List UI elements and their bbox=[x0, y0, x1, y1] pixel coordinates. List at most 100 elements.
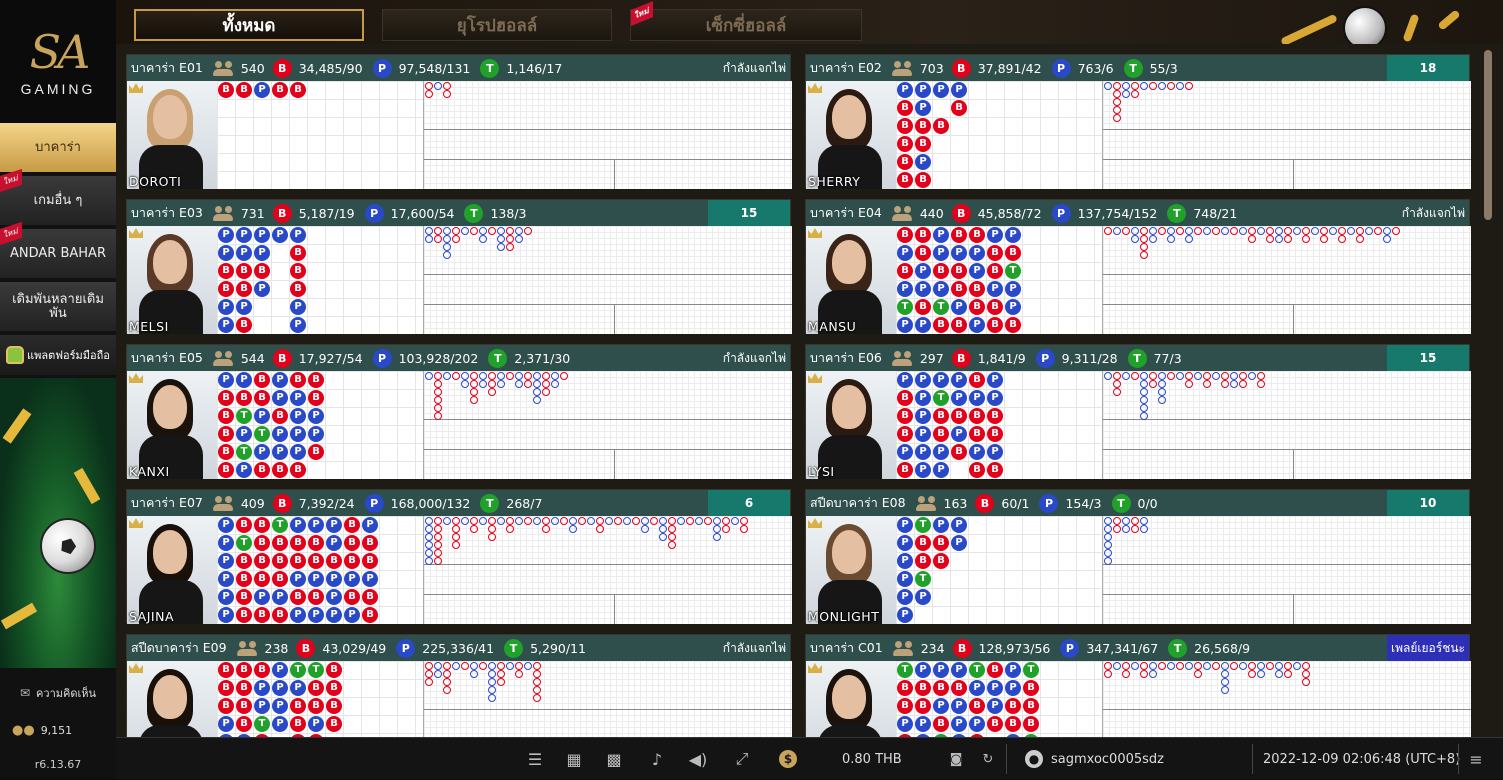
list-view-button[interactable]: ☰ bbox=[525, 738, 545, 780]
bead-banker: B bbox=[987, 462, 1003, 478]
big-road-player bbox=[1122, 90, 1130, 98]
player-badge: P bbox=[1051, 203, 1071, 223]
big-road-player bbox=[533, 517, 541, 525]
football-promo-banner[interactable] bbox=[0, 378, 116, 668]
bead-player: P bbox=[987, 680, 1003, 696]
bead-banker: B bbox=[915, 172, 931, 188]
big-road-banker bbox=[1131, 372, 1139, 380]
big-road bbox=[423, 81, 792, 189]
bead-banker: B bbox=[1023, 680, 1039, 696]
bead-banker: B bbox=[218, 390, 234, 406]
baccarat-table-card[interactable]: บาคาร่า C01 234 B 128,973/56 P 347,341/67 T 26,… bbox=[805, 634, 1471, 737]
big-road bbox=[423, 516, 792, 624]
sa-gaming-logo[interactable]: SA GAMING bbox=[0, 0, 116, 123]
bead-player: P bbox=[933, 245, 949, 261]
big-road-player bbox=[695, 517, 703, 525]
baccarat-table-card[interactable]: บาคาร่า E03 731 B 5,187/19 P 17,600/54 T 138/3 1… bbox=[126, 199, 792, 334]
bead-player: P bbox=[218, 589, 234, 605]
big-road-player bbox=[1383, 235, 1391, 243]
bead-tie: T bbox=[236, 408, 252, 424]
tab-euro-hall[interactable]: ยุโรปฮอลล์ bbox=[382, 9, 612, 41]
bead-banker: B bbox=[254, 535, 270, 551]
baccarat-table-card[interactable]: บาคาร่า E01 540 B 34,485/90 P 97,548/131 T 1,14… bbox=[126, 54, 792, 189]
baccarat-table-card[interactable]: บาคาร่า E07 409 B 7,392/24 P 168,000/132 T 268/… bbox=[126, 489, 792, 624]
big-road-banker bbox=[1131, 525, 1139, 533]
baccarat-table-card[interactable]: บาคาร่า E05 544 B 17,927/54 P 103,928/202 T 2,3… bbox=[126, 344, 792, 479]
bead-banker: B bbox=[218, 82, 234, 98]
big-road-player bbox=[1149, 662, 1157, 670]
table-header: บาคาร่า C01 234 B 128,973/56 P 347,341/67 T 26,… bbox=[806, 635, 1469, 661]
new-badge: ใหม่ bbox=[0, 168, 22, 192]
refresh-button[interactable]: ↻ bbox=[978, 738, 998, 780]
bead-player: P bbox=[254, 680, 270, 696]
bead-banker: B bbox=[969, 698, 985, 714]
tie-stat: 1,146/17 bbox=[506, 60, 563, 76]
bead-player: P bbox=[218, 607, 234, 623]
bead-tie: T bbox=[969, 662, 985, 678]
table-header: บาคาร่า E06 297 B 1,841/9 P 9,311/28 T 77/3 bbox=[806, 345, 1469, 371]
road-divider bbox=[424, 159, 792, 160]
bead-banker: B bbox=[915, 299, 931, 315]
big-road bbox=[1102, 516, 1471, 624]
big-road-banker bbox=[560, 372, 568, 380]
music-button[interactable]: ♪ bbox=[647, 738, 667, 780]
table-name: สปีดบาคาร่า E09 bbox=[131, 640, 227, 655]
bead-road: PBBBBBPBTPTPBBPTPBPPBPPBBPPPPBBBPPB bbox=[217, 371, 423, 479]
road-divider bbox=[1103, 709, 1471, 710]
tie-badge: T bbox=[480, 493, 500, 513]
mobile-platform-link[interactable]: แพลตฟอร์มมือถือ bbox=[0, 335, 116, 375]
road-divider bbox=[1103, 304, 1471, 305]
tab-sexy-hall[interactable]: ใหม่ เซ็กซี่ฮอลล์ bbox=[630, 1, 862, 41]
bead-banker: B bbox=[344, 517, 360, 533]
road-divider bbox=[1293, 594, 1294, 624]
player-badge: P bbox=[1051, 58, 1071, 78]
bead-banker: B bbox=[933, 680, 949, 696]
road-divider bbox=[424, 449, 792, 450]
bead-banker: B bbox=[272, 408, 288, 424]
player-badge: P bbox=[1060, 638, 1080, 658]
bead-player: P bbox=[969, 444, 985, 460]
tab-all[interactable]: ทั้งหมด bbox=[134, 9, 364, 41]
banker-badge: B bbox=[272, 203, 292, 223]
feedback-link[interactable]: ✉ ความคิดเห็น bbox=[0, 680, 116, 706]
big-road-banker bbox=[506, 243, 514, 251]
user-account[interactable]: ● sagmxoc0005sdz bbox=[1025, 738, 1164, 780]
bead-banker: B bbox=[236, 698, 252, 714]
baccarat-table-card[interactable]: บาคาร่า E02 703 B 37,891/42 P 763/6 T 55/3 18 SHE… bbox=[805, 54, 1471, 189]
menu-button[interactable]: ≡ bbox=[1466, 738, 1486, 780]
big-road-player bbox=[515, 380, 523, 388]
hide-balance-button[interactable]: ◙ bbox=[946, 738, 966, 780]
tie-badge: T bbox=[1127, 348, 1147, 368]
bead-banker: B bbox=[290, 245, 306, 261]
baccarat-table-card[interactable]: สปีดบาคาร่า E09 238 B 43,029/49 P 225,336/41 T… bbox=[126, 634, 792, 737]
bead-player: P bbox=[933, 281, 949, 297]
big-road-banker bbox=[1185, 380, 1193, 388]
lobby-scrollbar[interactable] bbox=[1484, 50, 1492, 220]
sidebar-item-other-games[interactable]: ใหม่ เกมอื่น ๆ bbox=[0, 168, 116, 225]
big-road-banker bbox=[425, 82, 433, 90]
baccarat-table-card[interactable]: สปีดบาคาร่า E08 163 B 60/1 P 154/3 T 0/0 10 MONLI… bbox=[805, 489, 1471, 624]
balance-value: 0.80 THB bbox=[842, 751, 902, 767]
big-road-banker bbox=[1221, 372, 1229, 380]
dealer-photo: MONLIGHT bbox=[806, 516, 896, 624]
bead-banker: B bbox=[897, 100, 913, 116]
grid-view-button[interactable]: ▦ bbox=[564, 738, 584, 780]
big-road-banker bbox=[1266, 227, 1274, 235]
fullscreen-button[interactable]: ⤢ bbox=[732, 738, 752, 780]
sound-button[interactable]: ◀) bbox=[688, 738, 708, 780]
bead-banker: B bbox=[897, 118, 913, 134]
bead-road: TBBPBBPBBPPTPBPBTBPBPPPTPBPBBPPBPPBBPTBB… bbox=[896, 661, 1102, 737]
baccarat-table-card[interactable]: บาคาร่า E06 297 B 1,841/9 P 9,311/28 T 77/3 15 LY… bbox=[805, 344, 1471, 479]
big-road-banker bbox=[1239, 372, 1247, 380]
bead-player: P bbox=[218, 299, 234, 315]
sidebar-item-multi-bet[interactable]: เดิมพันหลายเดิมพัน bbox=[0, 282, 116, 331]
baccarat-table-card[interactable]: บาคาร่า E04 440 B 45,858/72 P 137,754/152 T 748… bbox=[805, 199, 1471, 334]
grid-small-view-button[interactable]: ▩ bbox=[604, 738, 624, 780]
sidebar-item-andar-bahar[interactable]: ใหม่ ANDAR BAHAR bbox=[0, 221, 116, 278]
bead-player: P bbox=[987, 698, 1003, 714]
big-road-player bbox=[425, 235, 433, 243]
bead-player: P bbox=[254, 245, 270, 261]
bead-player: P bbox=[254, 444, 270, 460]
sidebar-item-baccarat[interactable]: บาคาร่า bbox=[0, 123, 116, 172]
big-road-banker bbox=[434, 235, 442, 243]
